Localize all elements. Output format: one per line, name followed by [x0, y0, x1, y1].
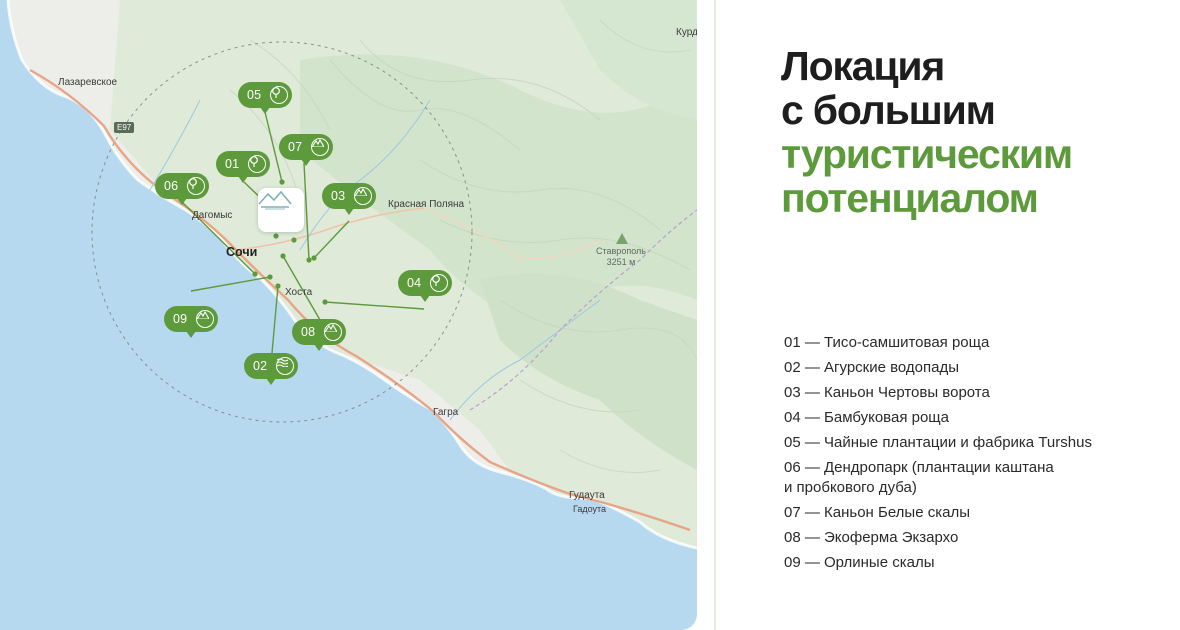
legend-item-08: 08 — Экоферма Экзархо — [784, 529, 959, 546]
legend-item-06: 06 — Дендропарк (плантации каштана — [784, 459, 1054, 476]
tree-icon — [248, 155, 266, 173]
divider — [714, 0, 716, 630]
marker-06[interactable]: 06 — [155, 173, 209, 205]
mountain-icon — [324, 323, 342, 341]
legend-item-06-cont: и пробкового дуба) — [784, 479, 917, 496]
place-dagomys: Дагомыс — [192, 210, 233, 221]
place-sochi: Сочи — [226, 245, 258, 259]
marker-04[interactable]: 04 — [398, 270, 452, 302]
marker-number: 07 — [288, 140, 303, 154]
legend-item-01: 01 — Тисо-самшитовая роща — [784, 334, 990, 351]
mountains-logo-icon — [258, 190, 292, 210]
title-line-2: с большим — [781, 87, 996, 133]
marker-01[interactable]: 01 — [216, 151, 270, 183]
marker-number: 04 — [407, 276, 422, 290]
mountain-icon — [311, 138, 329, 156]
waves-icon — [276, 357, 294, 375]
title-line-4: потенциалом — [781, 175, 1039, 221]
title-line-1: Локация — [781, 43, 945, 89]
peak-height: 3251 м — [606, 257, 636, 267]
title-line-3: туристическим — [781, 131, 1073, 177]
attractions-legend: 01 — Тисо-самшитовая роща 02 — Агурские … — [784, 333, 1092, 578]
place-lazarevskoe: Лазаревское — [58, 77, 118, 88]
place-khosta: Хоста — [285, 287, 313, 298]
page-title: Локация с большим туристическим потенциа… — [781, 43, 1073, 221]
marker-number: 05 — [247, 88, 262, 102]
marker-number: 08 — [301, 325, 316, 339]
marker-02[interactable]: 02 — [244, 353, 298, 385]
legend-item-04: 04 — Бамбуковая роща — [784, 409, 949, 426]
legend-item-07: 07 — Каньон Белые скалы — [784, 504, 970, 521]
legend-item-05: 05 — Чайные плантации и фабрика Turshus — [784, 434, 1092, 451]
marker-number: 03 — [331, 189, 346, 203]
map[interactable]: Лазаревское E97 Дагомыс Сочи Хоста Красн… — [0, 0, 697, 630]
legend-item-09: 09 — Орлиные скалы — [784, 554, 935, 571]
tree-icon — [187, 177, 205, 195]
peak-name: Ставрополь — [596, 246, 646, 256]
road-badge: E97 — [114, 122, 135, 133]
marker-number: 06 — [164, 179, 179, 193]
mountain-icon — [196, 310, 214, 328]
place-krasnaya-polyana: Красная Поляна — [388, 199, 465, 210]
mountain-icon — [354, 187, 372, 205]
tree-icon — [270, 86, 288, 104]
marker-number: 01 — [225, 157, 240, 171]
place-gudauta: Гудаута — [569, 490, 605, 501]
place-kurdzhipsk: Курд — [676, 27, 697, 38]
marker-09[interactable]: 09 — [164, 306, 218, 338]
marker-03[interactable]: 03 — [322, 183, 376, 215]
peak-label: Ставрополь 3251 м — [596, 246, 646, 268]
legend-item-03: 03 — Каньон Чертовы ворота — [784, 384, 990, 401]
marker-05[interactable]: 05 — [238, 82, 292, 114]
legend-item-02: 02 — Агурские водопады — [784, 359, 960, 376]
marker-number: 09 — [173, 312, 188, 326]
place-gudauta-ab: Гадоута — [573, 504, 607, 514]
place-gagra: Гагра — [433, 407, 459, 418]
tree-icon — [430, 274, 448, 292]
resort-logo[interactable] — [258, 188, 304, 232]
map-base — [0, 0, 697, 630]
marker-07[interactable]: 07 — [279, 134, 333, 166]
marker-number: 02 — [253, 359, 268, 373]
marker-08[interactable]: 08 — [292, 319, 346, 351]
